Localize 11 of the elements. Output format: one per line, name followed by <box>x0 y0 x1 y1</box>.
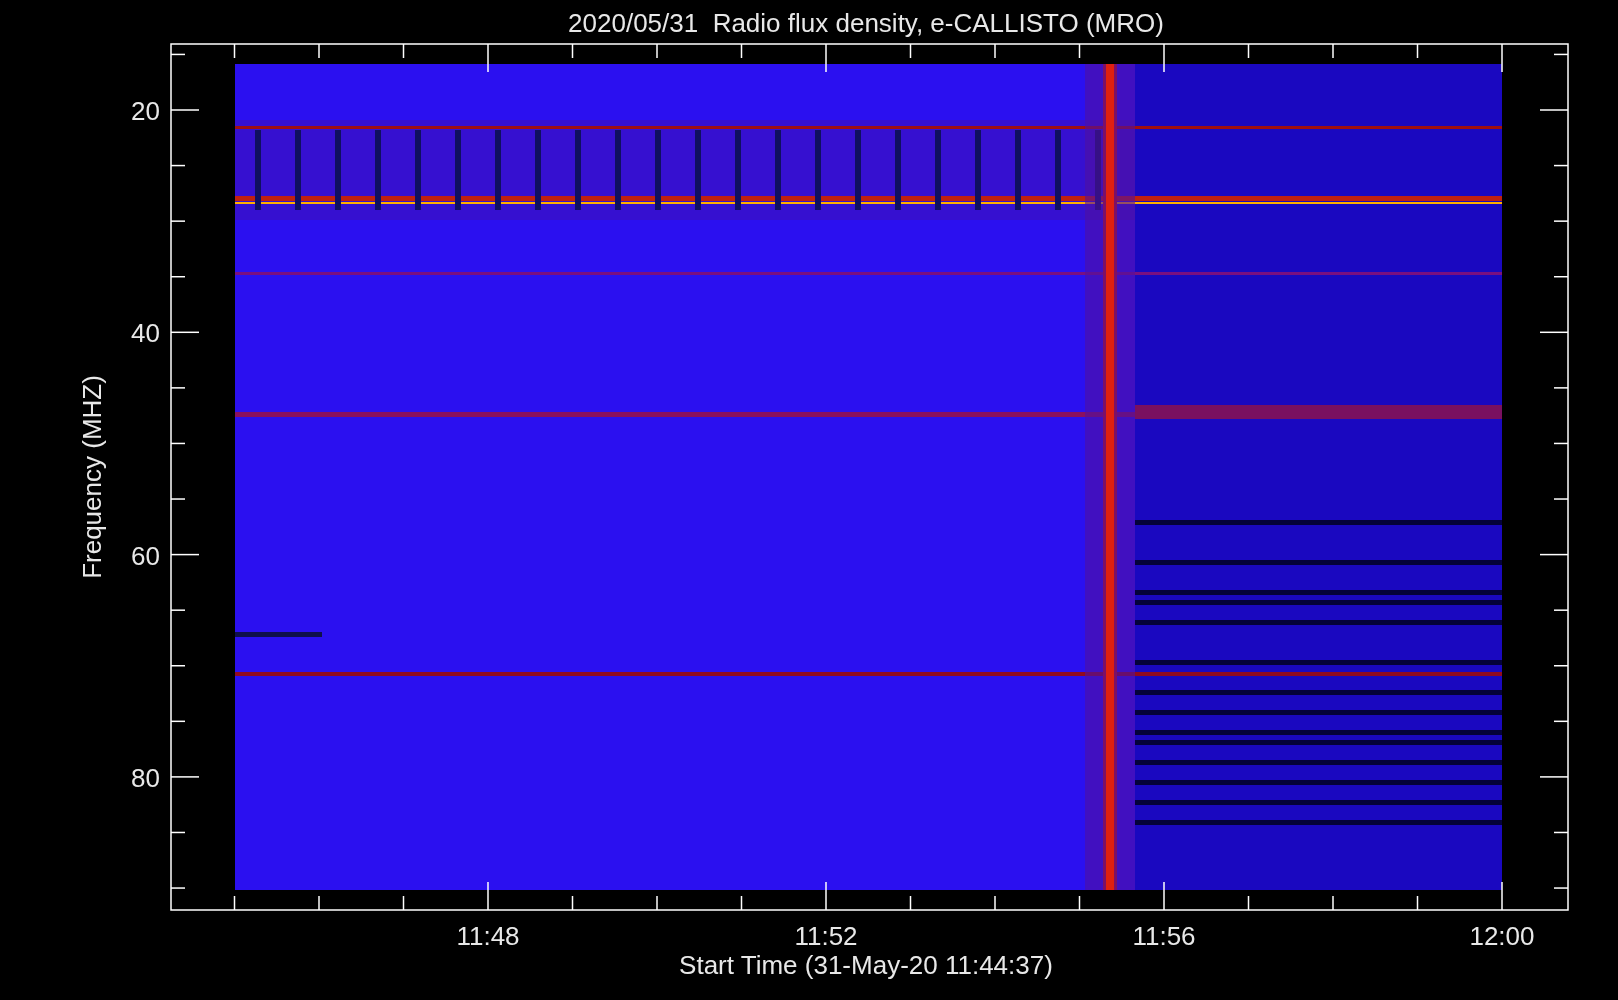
tick-label: 60 <box>131 540 160 571</box>
axis-title: Frequency (MHZ) <box>77 375 107 579</box>
tick-label: 11:56 <box>1132 921 1196 951</box>
chart-title: 2020/05/31 Radio flux density, e-CALLISTO (MRO) <box>568 8 1164 38</box>
tick-label: 11:52 <box>794 921 858 951</box>
tick-label: 80 <box>131 762 160 793</box>
tick-label: 12:00 <box>1469 921 1535 951</box>
axis-title: Start Time (31-May-20 11:44:37) <box>679 950 1053 980</box>
tick-label: 20 <box>131 96 160 126</box>
tick-label: 40 <box>131 318 160 349</box>
tick-label: 11:48 <box>456 921 520 951</box>
